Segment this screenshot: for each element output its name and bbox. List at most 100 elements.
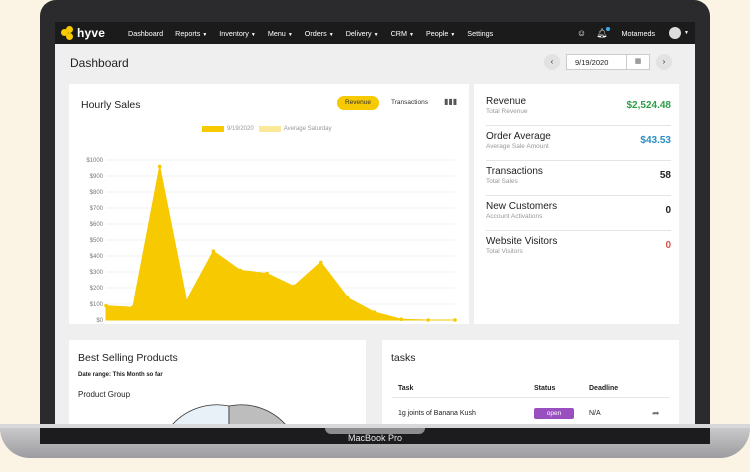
stat-website-visitors: Website Visitors Total Visitors 0 [486, 236, 671, 255]
data-point [372, 310, 377, 314]
stat-revenue: Revenue Total Revenue $2,524.48 [486, 96, 671, 115]
status-badge: open [534, 408, 574, 419]
calendar-icon[interactable]: ▦ [626, 55, 649, 69]
logo-text: hyve [77, 26, 106, 40]
date-picker[interactable]: 9/19/2020 ▦ [566, 54, 650, 70]
nav-item-label: Dashboard [128, 28, 164, 38]
page-title: Dashboard [70, 56, 129, 70]
data-point [238, 268, 243, 273]
logo-mark [61, 26, 75, 40]
share-arrow-icon[interactable]: ➦ [652, 408, 660, 419]
nav-item-orders[interactable]: Orders ▼ [305, 29, 334, 38]
chevron-down-icon: ▼ [373, 31, 379, 38]
main-menu: Dashboard Reports ▼ Inventory ▼ Menu ▼ Orders ▼ D… [128, 22, 505, 44]
nav-right: ☺ 🔔︎ Motameds ▼ [567, 22, 689, 44]
stat-divider [486, 160, 671, 161]
stat-value: 0 [665, 240, 671, 251]
stat-value: $2,524.48 [626, 100, 672, 111]
summary-stats-card: Revenue Total Revenue $2,524.48 Order Avera… [474, 84, 679, 324]
y-tick-label: $300 [90, 270, 104, 276]
y-tick-label: $900 [90, 174, 104, 180]
nav-item-reports[interactable]: Reports ▼ [175, 29, 207, 38]
tasks-card: tasks Task Status Deadline 1g joints of … [382, 340, 679, 424]
data-point [184, 299, 189, 303]
top-navbar: hyve Dashboard Reports ▼ Inventory ▼ Menu ▼ Ord… [55, 22, 695, 44]
y-tick-label: $800 [90, 190, 104, 196]
notification-dot [606, 26, 611, 31]
chevron-down-icon[interactable]: ▼ [684, 30, 689, 36]
revenue-area [105, 166, 455, 321]
chevron-down-icon: ▼ [328, 31, 334, 38]
stat-sublabel: Total Sales [486, 178, 518, 185]
pie-slice-2[interactable] [228, 404, 286, 424]
stat-divider [486, 195, 671, 196]
smiley-icon[interactable]: ☺ [577, 28, 586, 38]
y-tick-label: $200 [90, 286, 104, 292]
nav-item-settings[interactable]: Settings [467, 29, 493, 38]
date-next-button[interactable]: › [656, 54, 672, 70]
data-point [157, 164, 162, 169]
chevron-down-icon: ▼ [287, 31, 293, 38]
y-tick-label: $500 [90, 238, 104, 244]
stat-sublabel: Total Visitors [486, 248, 523, 255]
stat-order-average: Order Average Average Sale Amount $43.53 [486, 131, 671, 150]
nav-item-label: Inventory [219, 28, 249, 38]
stat-value: 0 [665, 205, 671, 216]
user-name[interactable]: Motameds [621, 29, 655, 38]
device-label: MacBook Pro [347, 433, 403, 443]
stat-divider [486, 125, 671, 126]
nav-item-dashboard[interactable]: Dashboard [128, 29, 163, 38]
data-point [426, 318, 430, 322]
nav-item-label: Delivery [345, 28, 372, 38]
bell-icon[interactable]: 🔔︎ [596, 26, 611, 39]
nav-item-label: Orders [304, 28, 327, 38]
y-tick-label: $700 [90, 206, 104, 212]
chevron-down-icon: ▼ [202, 31, 208, 38]
best-selling-card: Best Selling Products Date range: This M… [69, 340, 366, 424]
status-column-header: Status [534, 385, 556, 392]
stat-transactions: Transactions Total Sales 58 [486, 166, 671, 185]
stat-divider [486, 230, 671, 231]
data-point [453, 318, 457, 322]
nav-item-menu[interactable]: Menu ▼ [268, 29, 293, 38]
data-point [345, 295, 350, 300]
tasks-title: tasks [391, 352, 416, 364]
data-point [292, 284, 296, 289]
nav-item-delivery[interactable]: Delivery ▼ [346, 29, 379, 38]
deadline-column-header: Deadline [589, 385, 619, 392]
task-deadline: N/A [589, 410, 601, 417]
product-group-pie [172, 404, 286, 424]
y-tick-label: $1000 [86, 158, 103, 164]
nav-item-label: People [425, 28, 449, 38]
nav-item-label: Menu [267, 28, 286, 38]
stat-value: $43.53 [640, 135, 671, 146]
y-tick-label: $400 [90, 254, 104, 260]
avatar[interactable] [669, 27, 682, 39]
stat-value: 58 [659, 170, 671, 181]
nav-item-inventory[interactable]: Inventory ▼ [219, 29, 256, 38]
hourly-sales-card: Hourly Sales Revenue Transactions ▮▮▮ 9/… [69, 84, 469, 324]
table-divider [392, 397, 669, 398]
nav-item-label: CRM [390, 28, 407, 38]
nav-item-label: Settings [467, 28, 494, 38]
chevron-down-icon: ▼ [450, 31, 456, 38]
nav-item-people[interactable]: People ▼ [426, 29, 455, 38]
app-screen: hyve Dashboard Reports ▼ Inventory ▼ Menu ▼ Ord… [55, 22, 695, 424]
data-point [211, 249, 216, 253]
data-point [265, 271, 269, 276]
y-tick-label: $600 [90, 222, 104, 228]
chevron-down-icon: ▼ [250, 31, 256, 38]
data-point [318, 260, 323, 265]
stat-label: New Customers [486, 201, 558, 212]
nav-item-crm[interactable]: CRM ▼ [391, 29, 414, 38]
chevron-down-icon: ▼ [408, 31, 414, 38]
stat-sublabel: Account Activations [486, 213, 543, 220]
y-tick-label: $100 [90, 302, 104, 308]
data-point [104, 303, 108, 308]
task-name[interactable]: 1g joints of Banana Kush [398, 410, 476, 417]
logo[interactable]: hyve [61, 25, 105, 41]
pie-slice-1[interactable] [172, 404, 230, 424]
data-point [399, 317, 404, 321]
task-column-header: Task [398, 385, 414, 392]
date-prev-button[interactable]: ‹ [544, 54, 560, 70]
